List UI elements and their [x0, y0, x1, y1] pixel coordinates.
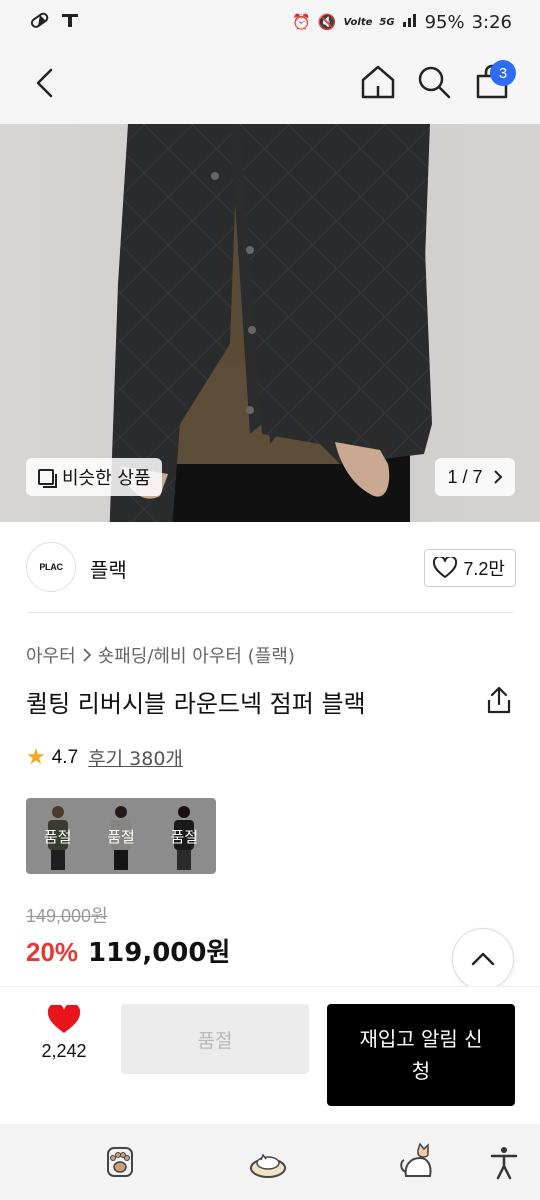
mute-icon: 🔇 [317, 13, 337, 31]
similar-products-button[interactable]: 비슷한 상품 [26, 458, 162, 496]
search-icon [418, 66, 451, 99]
brand-row: PLAC 플랙 7.2만 [26, 540, 516, 596]
layers-icon [38, 469, 57, 488]
alarm-icon: ⏰ [292, 13, 311, 31]
brand-logo[interactable]: PLAC [26, 542, 76, 592]
time-label: 3:26 [471, 12, 512, 33]
restock-alert-button[interactable]: 재입고 알림 신청 [327, 1004, 515, 1106]
soldout-button[interactable]: 품절 [121, 1004, 309, 1074]
rating-row: ★ 4.7 후기 380개 [26, 744, 183, 771]
product-title: 퀼팅 리버시블 라운드넥 점퍼 블랙 [26, 690, 366, 718]
heart-filled-icon [47, 1005, 81, 1033]
wishlist-count: 2,242 [41, 1041, 87, 1061]
divider [26, 612, 514, 613]
cart-count-badge: 3 [490, 60, 516, 86]
variant-option[interactable]: 품절 [152, 798, 216, 874]
system-nav-bar [0, 1124, 540, 1200]
status-bar: ⏰ 🔇 Volte 5G 95% 3:26 [0, 0, 540, 50]
cat-icon [400, 1142, 432, 1177]
breadcrumb-category[interactable]: 아우터 [26, 642, 76, 668]
back-button[interactable] [26, 64, 66, 104]
paw-app-button[interactable] [100, 1142, 140, 1182]
cat-app-button[interactable] [398, 1142, 438, 1182]
star-icon: ★ [26, 745, 46, 770]
image-counter[interactable]: 1 / 7 [435, 458, 515, 496]
chevron-right-icon [83, 648, 91, 662]
price-row: 20% 119,000원 [26, 932, 230, 969]
battery-label: 95% [424, 12, 465, 33]
chevron-up-icon [471, 952, 495, 966]
variant-soldout-label: 품절 [89, 798, 153, 874]
rating-score: 4.7 [51, 746, 79, 768]
paw-icon [107, 1147, 133, 1177]
original-price: 149,000원 [26, 906, 108, 926]
signal-icon [402, 12, 418, 33]
chevron-left-icon [36, 68, 53, 98]
accessibility-icon [490, 1147, 518, 1180]
share-button[interactable] [484, 684, 514, 716]
app-t-icon [60, 12, 80, 32]
discount-rate: 20% [26, 937, 79, 967]
scroll-to-top-button[interactable] [452, 928, 514, 990]
cat-bed-icon [250, 1153, 286, 1178]
cat-bed-app-button[interactable] [248, 1142, 288, 1182]
variant-option[interactable]: 품절 [26, 798, 90, 874]
wishlist-button[interactable]: 2,242 [26, 1005, 102, 1062]
pill-icon [30, 12, 50, 32]
image-counter-label: 1 / 7 [447, 466, 483, 487]
search-button[interactable] [414, 62, 454, 102]
breadcrumb: 아우터 숏패딩/헤비 아우터 (플랙) [26, 642, 295, 668]
accessibility-button[interactable] [484, 1142, 524, 1182]
home-icon [361, 65, 395, 99]
variant-soldout-label: 품절 [26, 798, 90, 874]
purchase-action-bar: 2,242 품절 재입고 알림 신청 [0, 986, 540, 1124]
heart-outline-icon [433, 557, 458, 578]
breadcrumb-subcategory[interactable]: 숏패딩/헤비 아우터 (플랙) [98, 642, 295, 668]
sale-price: 119,000원 [88, 938, 231, 968]
top-nav [0, 50, 540, 124]
variant-option[interactable]: 품절 [89, 798, 153, 874]
chevron-right-icon [493, 470, 502, 484]
variant-list: 품절 품절 품절 [26, 798, 216, 874]
network-label: 5G [379, 16, 395, 28]
variant-soldout-label: 품절 [152, 798, 216, 874]
reviews-link[interactable]: 후기 380개 [88, 744, 183, 771]
brand-logo-text: PLAC [39, 562, 63, 572]
similar-products-label: 비슷한 상품 [62, 468, 151, 489]
home-button[interactable] [358, 62, 398, 102]
share-icon [487, 686, 511, 714]
brand-like-count: 7.2만 [463, 559, 505, 579]
brand-name[interactable]: 플랙 [90, 554, 127, 583]
volte-label: Volte [343, 16, 373, 28]
brand-like-button[interactable]: 7.2만 [424, 549, 516, 587]
